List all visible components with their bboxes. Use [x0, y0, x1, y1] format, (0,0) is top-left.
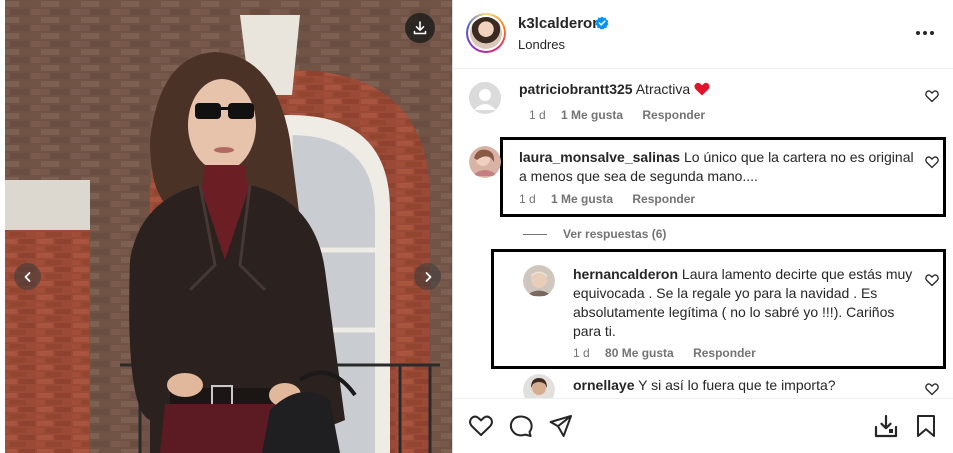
user-photo-avatar [469, 146, 501, 178]
view-replies-button[interactable]: Ver respuestas (6) [523, 227, 666, 241]
reply-body: hernancalderon Laura lamento decirte que… [573, 265, 918, 341]
comment-like-heart-icon[interactable] [925, 155, 939, 169]
replier-avatar[interactable] [523, 265, 555, 297]
reply-button[interactable]: Responder [632, 192, 695, 206]
default-avatar-icon [469, 82, 501, 114]
reply-text: Y si así lo fuera que te importa? [638, 377, 836, 393]
reply-body: ornellaye Y si así lo fuera que te impor… [573, 376, 918, 395]
user-photo-avatar [523, 265, 555, 297]
comment-username[interactable]: patriciobrantt325 [519, 81, 633, 97]
comment-text: Atractiva [635, 81, 691, 97]
verified-badge-icon [595, 16, 609, 30]
comment-icon[interactable] [508, 413, 534, 439]
post-side-panel: k3lcalderon Londres patriciobrantt325 At… [452, 0, 953, 453]
red-heart-emoji-icon [694, 82, 710, 96]
view-replies-label: Ver respuestas (6) [563, 227, 667, 241]
commenter-avatar[interactable] [469, 82, 501, 114]
chevron-left-icon [24, 271, 30, 282]
download-icon [413, 21, 427, 35]
reply-like-heart-icon[interactable] [925, 382, 939, 396]
next-image-button[interactable] [414, 263, 441, 290]
author-avatar[interactable] [466, 13, 506, 53]
share-icon[interactable] [548, 413, 574, 439]
comment-username[interactable]: laura_monsalve_salinas [519, 149, 680, 165]
reply-likes[interactable]: 80 Me gusta [605, 346, 674, 360]
photo-left-edge [0, 0, 5, 453]
photo-scene [0, 0, 452, 453]
post-location[interactable]: Londres [518, 37, 565, 52]
post-photo [0, 0, 452, 453]
chevron-right-icon [425, 271, 431, 282]
more-options-button[interactable] [913, 30, 937, 38]
comment-time[interactable]: 1 d [529, 108, 546, 122]
commenter-avatar[interactable] [469, 146, 501, 178]
save-collection-icon[interactable] [873, 413, 899, 439]
reply-like-heart-icon[interactable] [925, 273, 939, 287]
comment-meta: 1 d 1 Me gusta Responder [529, 108, 705, 122]
bookmark-icon[interactable] [913, 413, 939, 439]
reply-username[interactable]: ornellaye [573, 377, 634, 393]
comment-likes[interactable]: 1 Me gusta [561, 108, 623, 122]
comment-body: patriciobrantt325 Atractiva [519, 80, 909, 99]
comment-likes[interactable]: 1 Me gusta [551, 192, 613, 206]
comment-body: laura_monsalve_salinas Lo único que la c… [519, 148, 924, 186]
comment-like-heart-icon[interactable] [925, 89, 939, 103]
heart-icon[interactable] [468, 413, 494, 439]
reply-meta: 1 d 80 Me gusta Responder [573, 346, 756, 360]
reply-button[interactable]: Responder [642, 108, 705, 122]
post-action-bar [453, 398, 953, 453]
previous-image-button[interactable] [14, 263, 41, 290]
replies-divider-line [523, 234, 547, 236]
author-username[interactable]: k3lcalderon [518, 15, 601, 32]
comment-meta: 1 d 1 Me gusta Responder [519, 192, 695, 206]
reply-button[interactable]: Responder [693, 346, 756, 360]
reply-time[interactable]: 1 d [573, 346, 590, 360]
download-button[interactable] [405, 13, 435, 43]
reply-username[interactable]: hernancalderon [573, 266, 678, 282]
comment-time[interactable]: 1 d [519, 192, 536, 206]
post-header: k3lcalderon Londres [453, 0, 953, 69]
